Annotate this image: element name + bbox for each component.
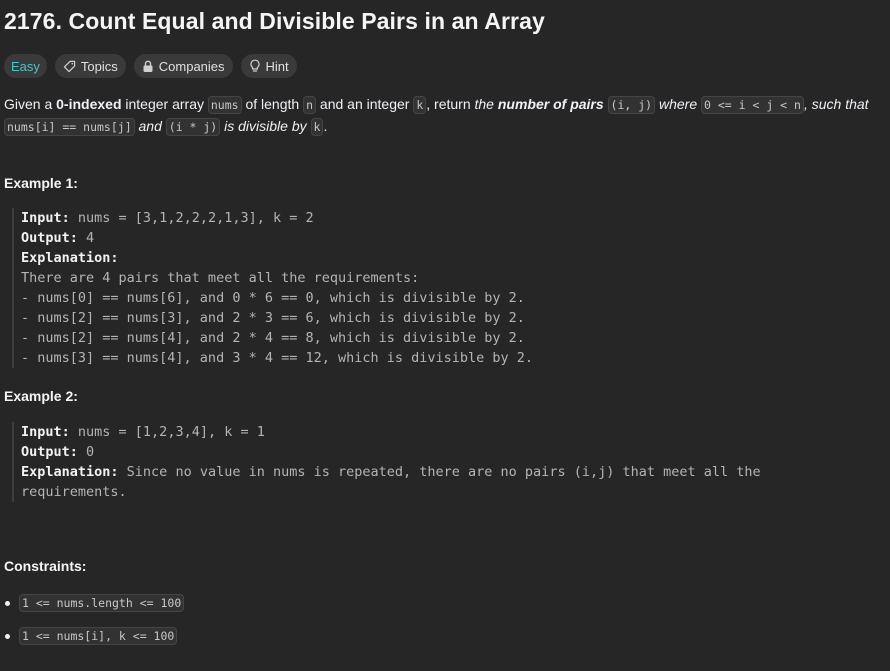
- lock-icon: [142, 60, 154, 73]
- difficulty-badge: Easy: [4, 54, 47, 78]
- hint-label: Hint: [265, 58, 289, 74]
- desc-text: Given a: [4, 96, 57, 112]
- desc-italic: the: [474, 96, 498, 112]
- explanation-label: Explanation:: [21, 250, 119, 266]
- example-2-heading: Example 2:: [4, 388, 78, 404]
- desc-italic: is divisible by: [220, 118, 311, 134]
- example-1-block: Input: nums = [3,1,2,2,2,1,3], k = 2 Out…: [12, 208, 881, 368]
- input-value: nums = [3,1,2,2,2,1,3], k = 2: [69, 210, 314, 226]
- explanation-line: - nums[0] == nums[6], and 0 * 6 == 0, wh…: [21, 290, 525, 306]
- bullet-dot: [5, 600, 10, 606]
- constraint-code: 1 <= nums[i], k <= 100: [19, 627, 178, 645]
- output-label: Output:: [21, 444, 78, 460]
- output-value: 0: [77, 444, 95, 460]
- constraint-code: 1 <= nums.length <= 100: [19, 594, 185, 612]
- explanation-line: There are 4 pairs that meet all the requ…: [21, 270, 420, 286]
- output-value: 4: [77, 230, 95, 246]
- explanation-line: requirements.: [21, 484, 127, 500]
- bullet-dot: [5, 633, 10, 639]
- desc-italic: and: [134, 118, 166, 134]
- inline-code: nums[i] == nums[j]: [4, 118, 135, 136]
- desc-bold-italic: number of pairs: [497, 96, 604, 112]
- tag-icon: [63, 60, 76, 73]
- input-label: Input:: [21, 424, 70, 440]
- desc-text: .: [323, 118, 328, 134]
- desc-italic: , such that: [803, 96, 869, 112]
- inline-code: 0 <= i < j < n: [701, 96, 804, 114]
- input-label: Input:: [21, 210, 70, 226]
- inline-code: (i, j): [607, 96, 656, 114]
- desc-text: integer array: [121, 96, 208, 112]
- output-label: Output:: [21, 230, 78, 246]
- desc-italic: where: [655, 96, 702, 112]
- explanation-line: - nums[2] == nums[4], and 2 * 4 == 8, wh…: [21, 330, 525, 346]
- companies-button[interactable]: Companies: [133, 54, 233, 78]
- example-1-heading: Example 1:: [4, 175, 78, 191]
- inline-code: nums: [207, 96, 242, 114]
- list-item: 1 <= nums.length <= 100: [4, 592, 185, 614]
- desc-bold: 0-indexed: [56, 96, 122, 112]
- topics-button[interactable]: Topics: [54, 54, 126, 78]
- input-value: nums = [1,2,3,4], k = 1: [69, 424, 265, 440]
- problem-title: 2176. Count Equal and Divisible Pairs in…: [4, 8, 545, 34]
- explanation-line: - nums[3] == nums[4], and 3 * 4 == 12, w…: [21, 350, 534, 366]
- inline-code: (i * j): [165, 118, 221, 136]
- constraints-list: 1 <= nums.length <= 100 1 <= nums[i], k …: [4, 592, 185, 658]
- desc-text: , return: [426, 96, 475, 112]
- inline-code: n: [303, 96, 317, 114]
- tag-row: Easy Topics Companies Hint: [4, 54, 297, 78]
- explanation-line: - nums[2] == nums[3], and 2 * 3 == 6, wh…: [21, 310, 525, 326]
- inline-code: k: [413, 96, 427, 114]
- explanation-value: Since no value in nums is repeated, ther…: [118, 464, 761, 480]
- constraints-heading: Constraints:: [4, 558, 87, 574]
- explanation-label: Explanation:: [21, 464, 119, 480]
- topics-label: Topics: [80, 58, 118, 74]
- hint-button[interactable]: Hint: [240, 54, 297, 78]
- desc-text: and an integer: [316, 96, 414, 112]
- companies-label: Companies: [158, 58, 225, 74]
- desc-text: of length: [241, 96, 304, 112]
- example-2-block: Input: nums = [1,2,3,4], k = 1 Output: 0…: [12, 422, 881, 502]
- lightbulb-icon: [249, 59, 261, 73]
- list-item: 1 <= nums[i], k <= 100: [4, 625, 184, 647]
- problem-description: Given a 0-indexed integer array nums of …: [4, 94, 884, 138]
- inline-code: k: [310, 118, 324, 136]
